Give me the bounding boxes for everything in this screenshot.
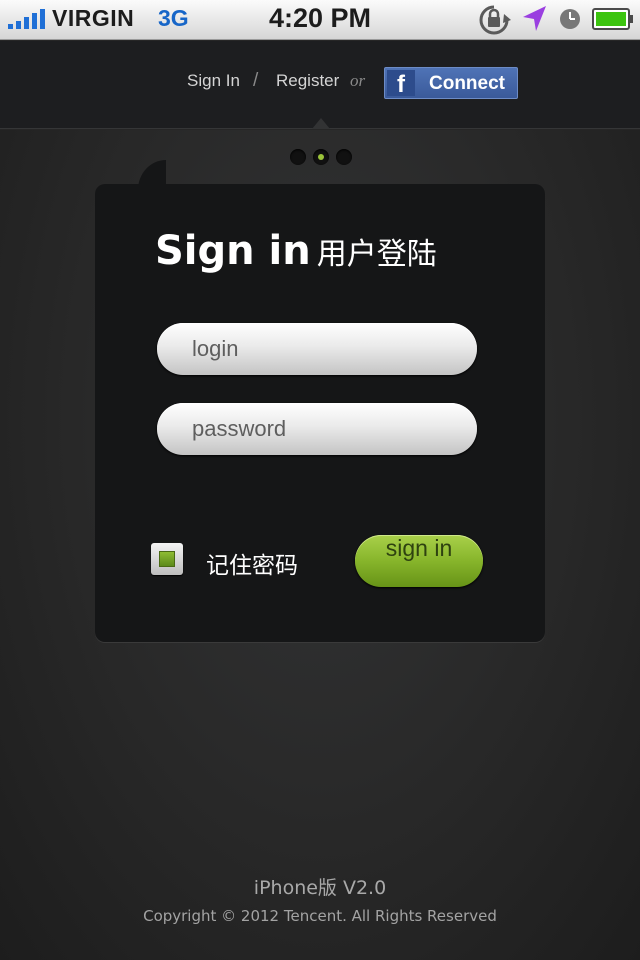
facebook-icon: f: [387, 70, 415, 98]
facebook-connect-button[interactable]: f Connect: [384, 67, 518, 99]
facebook-connect-label: Connect: [429, 73, 505, 94]
location-arrow-icon: [523, 6, 546, 31]
nav-separator: /: [253, 70, 259, 91]
remember-password-label: 记住密码: [206, 553, 298, 579]
password-input[interactable]: [157, 403, 477, 455]
card-title-cn: 用户登陆: [316, 237, 437, 272]
alarm-clock-icon: [560, 9, 580, 29]
checkbox-checked-mark: [159, 551, 175, 567]
sign-in-button[interactable]: sign in: [355, 535, 483, 587]
card-title: Sign in 用户登陆: [155, 228, 437, 274]
card-title-en: Sign in: [155, 228, 311, 274]
login-card: Sign in用户登陆 记住密码 sign in: [95, 184, 545, 642]
app-version: iPhone版 V2.0: [253, 877, 387, 899]
top-nav-bar: Sign In / Register or f Connect: [0, 41, 640, 129]
page-indicator: [290, 149, 352, 165]
login-input[interactable]: [157, 323, 477, 375]
or-text: or: [350, 71, 366, 90]
battery-icon: [592, 8, 633, 30]
status-bar: VIRGIN 3G 4:20 PM: [0, 0, 640, 40]
register-link[interactable]: Register: [276, 71, 339, 91]
sign-in-link[interactable]: Sign In: [187, 71, 240, 91]
page-dot[interactable]: [290, 149, 306, 165]
nav-pointer: [312, 118, 330, 129]
page-dot[interactable]: [336, 149, 352, 165]
page-dot-active[interactable]: [313, 149, 329, 165]
rotation-lock-icon: [479, 5, 511, 35]
copyright-text: Copyright © 2012 Tencent. All Rights Res…: [143, 907, 497, 925]
remember-password-checkbox[interactable]: [151, 543, 183, 575]
